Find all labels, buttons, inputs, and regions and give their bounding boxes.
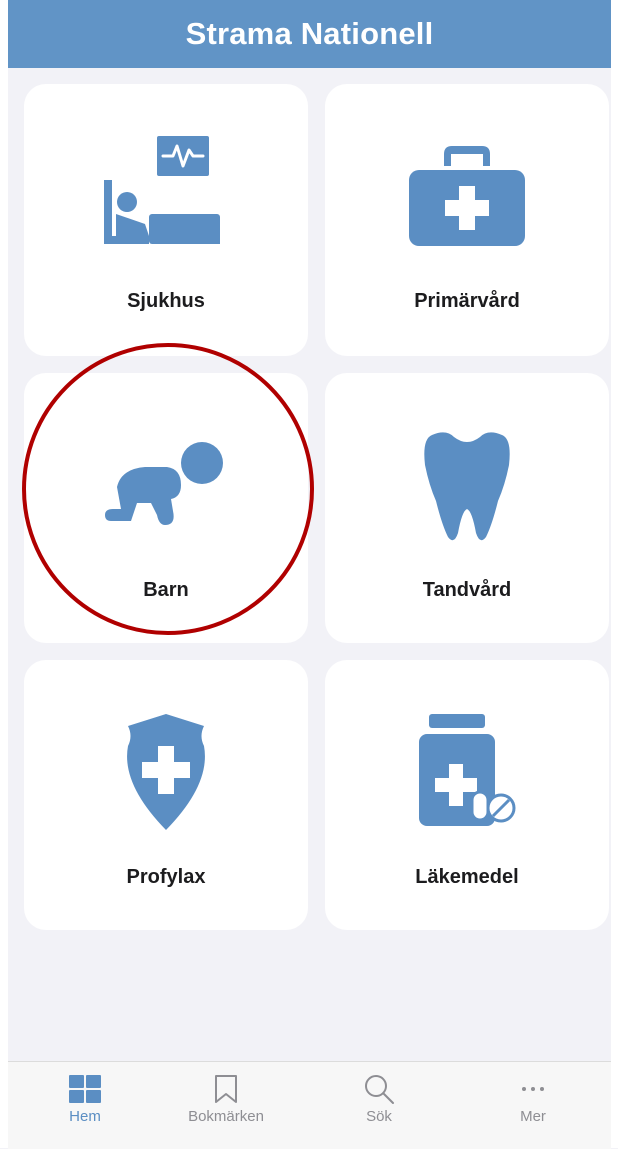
tab-label: Sök [366, 1108, 392, 1125]
tab-label: Mer [520, 1108, 546, 1125]
tile-label: Barn [143, 579, 189, 601]
search-icon [363, 1072, 395, 1106]
bookmark-icon [214, 1072, 238, 1106]
tile-label: Profylax [126, 866, 206, 888]
tab-label: Bokmärken [188, 1108, 264, 1125]
tile-tandvard[interactable]: Tandvård [325, 373, 609, 643]
tile-label: Primärvård [414, 290, 520, 312]
crawling-baby-icon [24, 425, 308, 545]
tile-label: Läkemedel [415, 866, 519, 888]
app-header: Strama Nationell [8, 0, 611, 68]
tab-bar: Hem Bokmärken Sök Mer [8, 1061, 611, 1149]
hospital-bed-icon [24, 136, 308, 256]
tile-sjukhus[interactable]: Sjukhus [24, 84, 308, 356]
more-dots-icon [521, 1072, 545, 1106]
tooth-icon [325, 425, 609, 545]
tab-mer[interactable]: Mer [463, 1062, 603, 1149]
medical-bag-icon [325, 136, 609, 256]
medicine-bottle-icon [325, 712, 609, 832]
grid-icon [69, 1072, 101, 1106]
tab-hem[interactable]: Hem [15, 1062, 155, 1149]
tile-lakemedel[interactable]: Läkemedel [325, 660, 609, 930]
tile-label: Tandvård [422, 579, 512, 601]
tab-sok[interactable]: Sök [309, 1062, 449, 1149]
tile-profylax[interactable]: Profylax [24, 660, 308, 930]
category-grid: Sjukhus Primärvård Barn Tandvård Profyla… [24, 84, 609, 930]
app-title: Strama Nationell [185, 16, 434, 51]
tab-bokmarken[interactable]: Bokmärken [156, 1062, 296, 1149]
tab-label: Hem [69, 1108, 101, 1125]
shield-cross-icon [24, 712, 308, 832]
tile-label: Sjukhus [127, 290, 205, 312]
screen-edge-right [611, 0, 618, 1148]
tile-barn[interactable]: Barn [24, 373, 308, 643]
screen-edge-left [0, 0, 8, 1148]
tile-primarvard[interactable]: Primärvård [325, 84, 609, 356]
